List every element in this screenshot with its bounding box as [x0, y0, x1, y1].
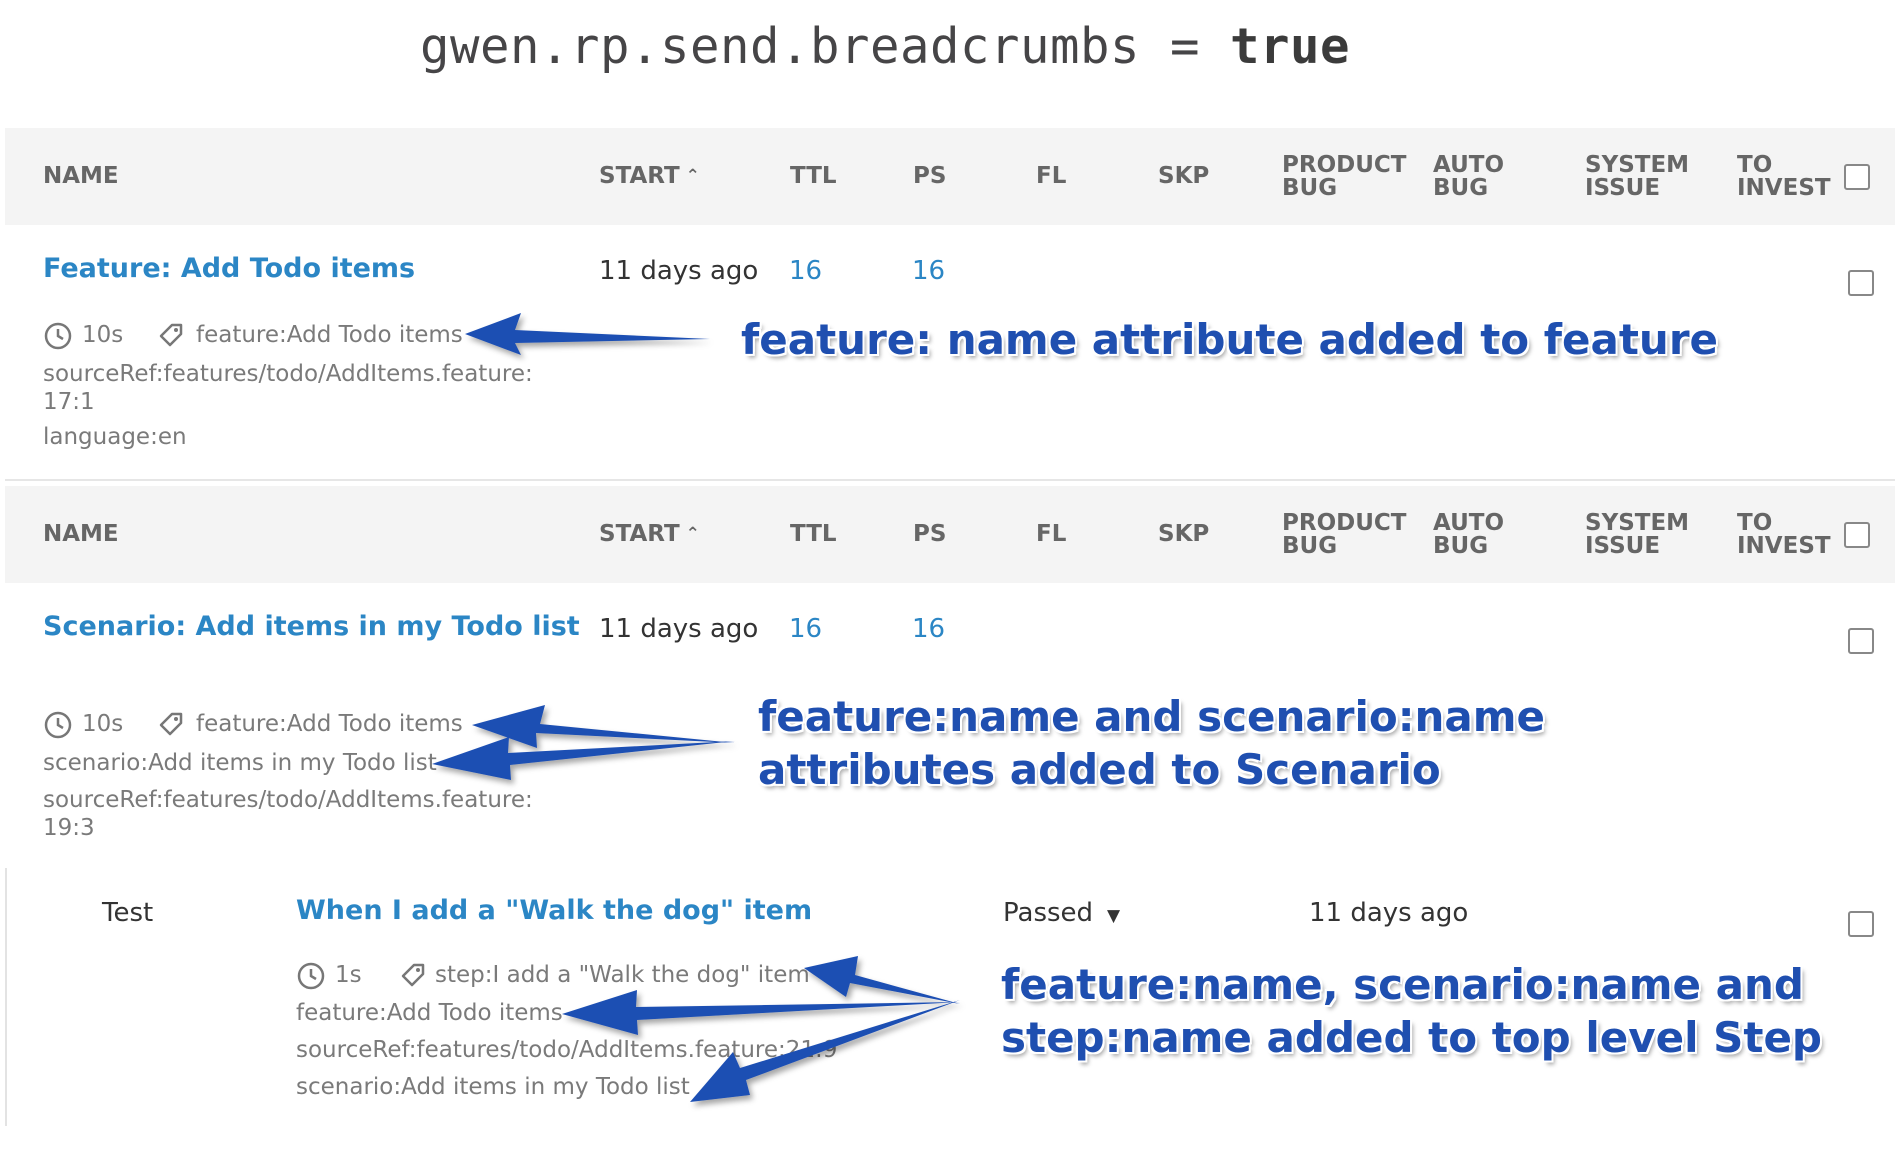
arrow-to-scenario-attr: [432, 737, 735, 780]
annotation-step-line1: feature:name, scenario:name and: [1001, 960, 1804, 1009]
arrow-to-step-scenario-attr: [690, 1000, 960, 1102]
annotation-scenario-line2: attributes added to Scenario: [758, 745, 1441, 794]
arrow-to-step-feature-attr: [562, 990, 960, 1035]
annotation-feature: feature: name attribute added to feature: [741, 315, 1719, 364]
annotation-scenario-line1: feature:name and scenario:name: [758, 692, 1545, 741]
arrow-to-step-attr: [804, 956, 960, 1004]
arrow-to-scenario-feature-attr: [472, 705, 735, 748]
annotation-step-line2: step:name added to top level Step: [1001, 1013, 1822, 1062]
arrow-to-feature-attr: [465, 313, 710, 355]
